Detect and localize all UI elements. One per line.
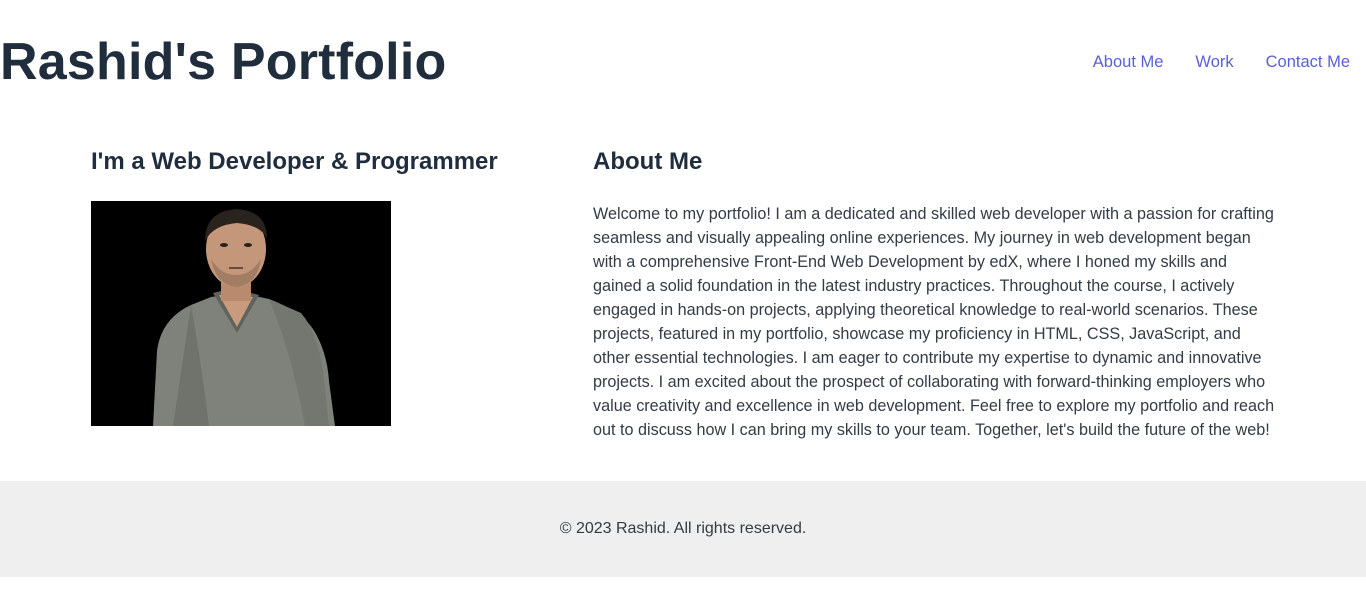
copyright-text: © 2023 Rashid. All rights reserved.	[559, 520, 807, 537]
site-footer: © 2023 Rashid. All rights reserved.	[0, 481, 1366, 577]
intro-heading: I'm a Web Developer & Programmer	[91, 148, 498, 175]
nav-link-work[interactable]: Work	[1195, 52, 1233, 72]
site-header: Rashid's Portfolio About Me Work Contact…	[0, 0, 1366, 125]
about-heading: About Me	[593, 148, 703, 175]
about-section: About Me Welcome to my portfolio! I am a…	[593, 145, 1283, 439]
main-nav: About Me Work Contact Me	[1093, 52, 1350, 72]
nav-link-contact-me[interactable]: Contact Me	[1266, 52, 1350, 72]
intro-section: I'm a Web Developer & Programmer	[91, 145, 551, 426]
profile-photo-image	[91, 201, 391, 426]
profile-photo	[91, 201, 391, 426]
site-title: Rashid's Portfolio	[0, 33, 447, 91]
about-paragraph: Welcome to my portfolio! I am a dedicate…	[593, 205, 1275, 439]
nav-link-about-me[interactable]: About Me	[1093, 52, 1164, 72]
